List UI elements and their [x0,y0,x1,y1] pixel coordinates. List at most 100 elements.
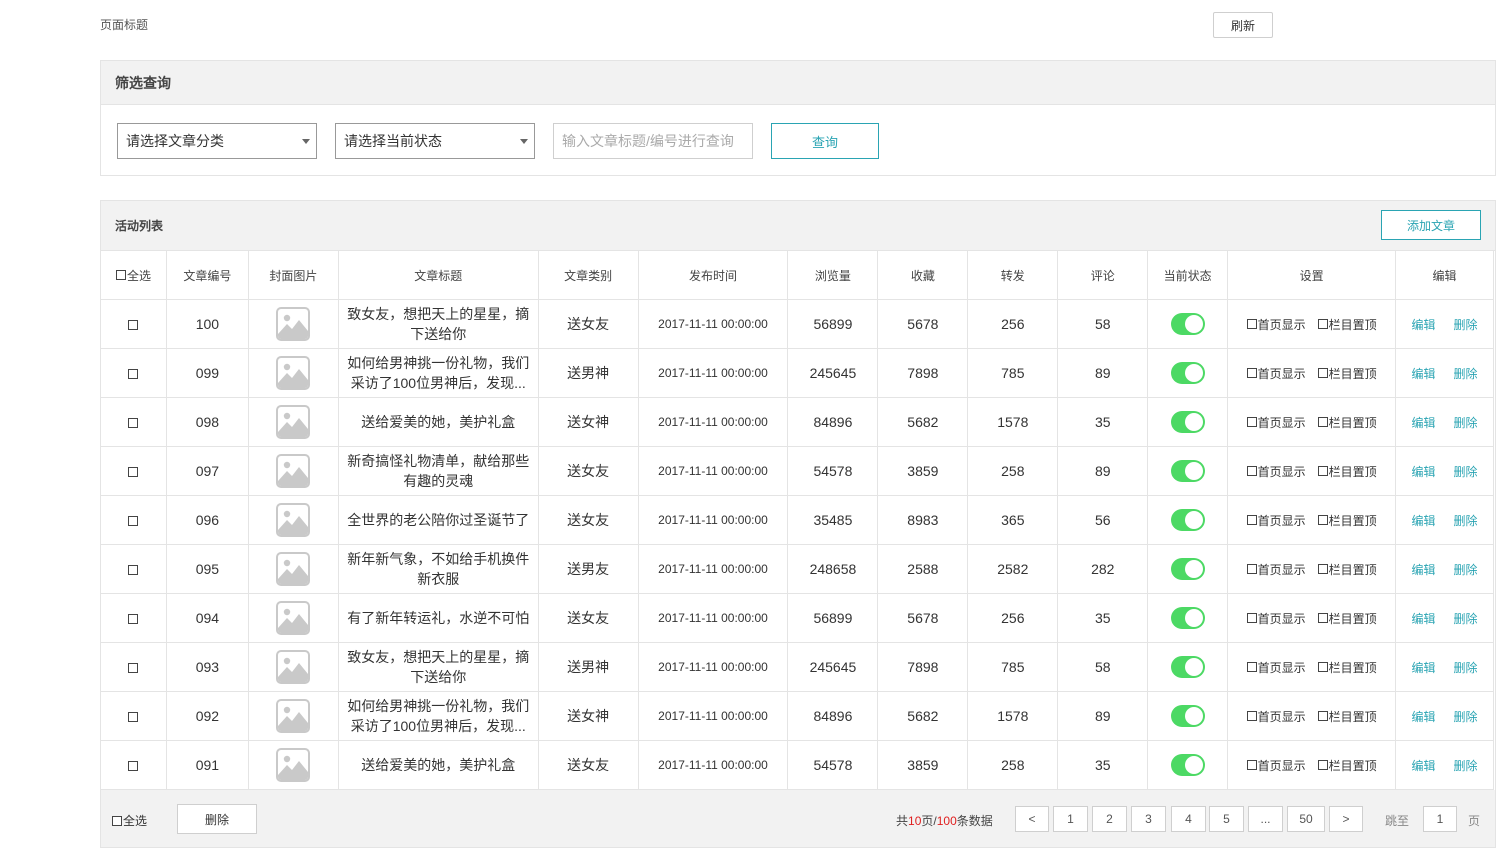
delete-link[interactable]: 删除 [1454,612,1478,626]
select-all-header[interactable]: 全选 [100,250,167,300]
pin-to-top-checkbox[interactable] [1317,319,1328,329]
refresh-button[interactable]: 刷新 [1213,12,1273,38]
actions-cell: 编辑 删除 [1395,691,1494,741]
status-select[interactable]: 请选择当前状态 [335,123,535,159]
view-count: 35485 [787,495,879,545]
delete-link[interactable]: 删除 [1454,416,1478,430]
article-title: 新年新气象，不如给手机换件新衣服 [337,544,539,594]
status-toggle[interactable] [1170,754,1205,776]
image-placeholder-icon [276,748,311,782]
delete-link[interactable]: 删除 [1454,759,1478,773]
pin-to-top-checkbox[interactable] [1317,417,1328,427]
pin-to-top-checkbox[interactable] [1317,662,1328,672]
homepage-display-checkbox[interactable] [1246,319,1257,329]
prev-page-button[interactable]: < [1015,806,1049,832]
delete-link[interactable]: 删除 [1454,710,1478,724]
total-pages: 10 [908,814,922,828]
footer-select-all-checkbox[interactable] [112,815,122,826]
view-count: 245645 [787,348,879,398]
row-checkbox[interactable] [128,565,139,576]
image-placeholder-icon [276,356,311,390]
select-all-checkbox[interactable] [115,270,126,280]
status-toggle[interactable] [1170,411,1205,433]
edit-link[interactable]: 编辑 [1411,661,1435,675]
row-checkbox[interactable] [128,663,139,674]
page-button[interactable]: 4 [1171,806,1206,832]
category-select[interactable]: 请选择文章分类 [117,123,317,159]
page-button[interactable]: 50 [1287,806,1325,832]
row-checkbox[interactable] [128,761,139,772]
homepage-display-checkbox[interactable] [1246,760,1257,770]
page-ellipsis[interactable]: ... [1248,806,1283,832]
edit-link[interactable]: 编辑 [1411,563,1435,577]
row-checkbox[interactable] [128,712,139,723]
status-toggle[interactable] [1170,460,1205,482]
homepage-display-label: 首页显示 [1257,758,1306,773]
homepage-display-label: 首页显示 [1257,464,1306,479]
status-toggle[interactable] [1170,509,1205,531]
row-select-cell [100,642,167,692]
edit-link[interactable]: 编辑 [1411,612,1435,626]
query-button[interactable]: 查询 [771,123,879,159]
pin-to-top-checkbox[interactable] [1317,466,1328,476]
cover-cell [247,446,339,496]
delete-link[interactable]: 删除 [1454,367,1478,381]
cover-cell [247,397,339,447]
delete-link[interactable]: 删除 [1454,318,1478,332]
row-checkbox[interactable] [128,614,139,625]
settings-cell: 首页显示 栏目置顶 [1227,397,1397,447]
edit-link[interactable]: 编辑 [1411,710,1435,724]
edit-link[interactable]: 编辑 [1411,759,1435,773]
actions-cell: 编辑 删除 [1395,642,1494,692]
pin-to-top-checkbox[interactable] [1317,711,1328,721]
edit-link[interactable]: 编辑 [1411,318,1435,332]
homepage-display-checkbox[interactable] [1246,564,1257,574]
pin-to-top-label: 栏目置顶 [1328,660,1377,675]
search-input[interactable] [553,123,753,159]
add-article-button[interactable]: 添加文章 [1381,210,1481,240]
status-toggle[interactable] [1170,313,1205,335]
row-checkbox[interactable] [128,467,139,478]
delete-link[interactable]: 删除 [1454,465,1478,479]
pin-to-top-checkbox[interactable] [1317,368,1328,378]
row-checkbox[interactable] [128,320,139,331]
delete-link[interactable]: 删除 [1454,661,1478,675]
page-button[interactable]: 1 [1053,806,1088,832]
favorite-count: 3859 [877,740,969,790]
homepage-display-label: 首页显示 [1257,317,1306,332]
row-checkbox[interactable] [128,418,139,429]
next-page-button[interactable]: > [1329,806,1363,832]
status-toggle[interactable] [1170,558,1205,580]
batch-delete-button[interactable]: 删除 [177,804,257,834]
row-checkbox[interactable] [128,516,139,527]
pin-to-top-checkbox[interactable] [1317,760,1328,770]
homepage-display-checkbox[interactable] [1246,515,1257,525]
status-toggle[interactable] [1170,705,1205,727]
filter-panel-title: 筛选查询 [101,61,1495,105]
page-button[interactable]: 3 [1131,806,1166,832]
edit-link[interactable]: 编辑 [1411,416,1435,430]
page-button[interactable]: 2 [1092,806,1127,832]
page-button[interactable]: 5 [1209,806,1244,832]
publish-date: 2017-11-11 00:00:00 [637,348,789,398]
page-unit-label: 页 [1468,814,1481,828]
homepage-display-checkbox[interactable] [1246,711,1257,721]
homepage-display-checkbox[interactable] [1246,368,1257,378]
delete-link[interactable]: 删除 [1454,563,1478,577]
homepage-display-checkbox[interactable] [1246,613,1257,623]
jump-page-input[interactable] [1423,806,1457,832]
homepage-display-checkbox[interactable] [1246,662,1257,672]
pin-to-top-checkbox[interactable] [1317,564,1328,574]
edit-link[interactable]: 编辑 [1411,465,1435,479]
homepage-display-checkbox[interactable] [1246,417,1257,427]
edit-link[interactable]: 编辑 [1411,367,1435,381]
row-checkbox[interactable] [128,369,139,380]
status-toggle[interactable] [1170,362,1205,384]
pin-to-top-checkbox[interactable] [1317,515,1328,525]
delete-link[interactable]: 删除 [1454,514,1478,528]
status-toggle[interactable] [1170,607,1205,629]
homepage-display-checkbox[interactable] [1246,466,1257,476]
edit-link[interactable]: 编辑 [1411,514,1435,528]
pin-to-top-checkbox[interactable] [1317,613,1328,623]
status-toggle[interactable] [1170,656,1205,678]
